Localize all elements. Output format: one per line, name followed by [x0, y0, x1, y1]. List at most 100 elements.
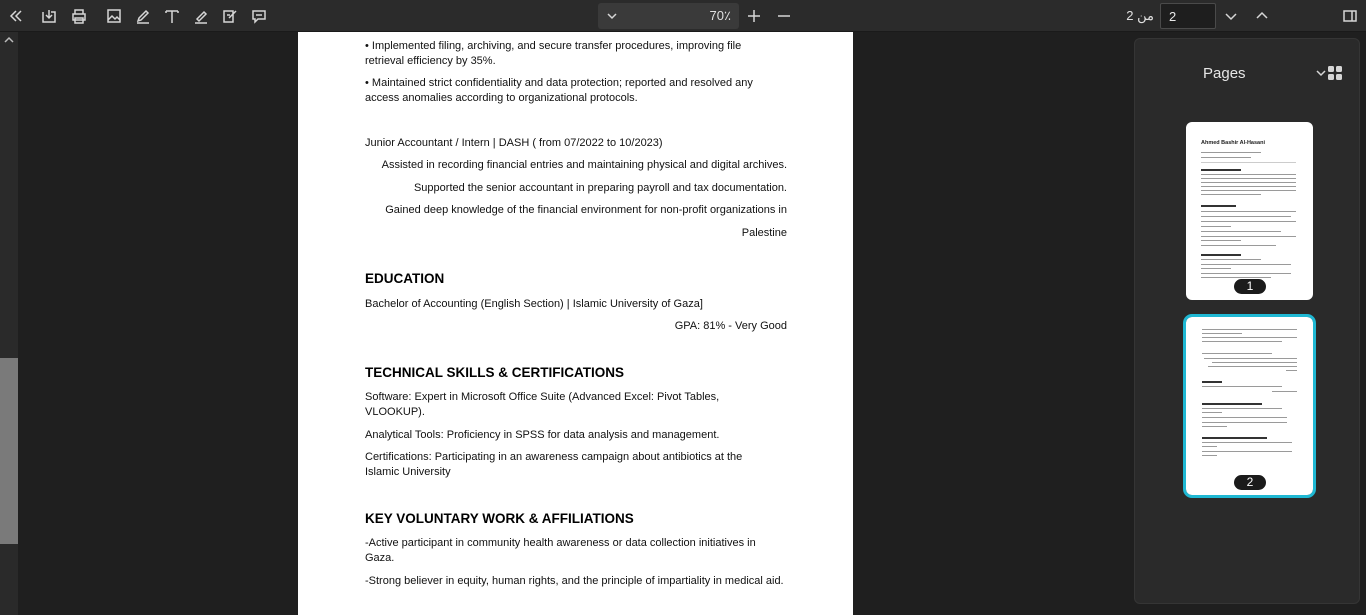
thumbnail-text-line [1201, 174, 1296, 175]
watermark-logo [598, 572, 768, 612]
thumbnail-text-line [1202, 353, 1272, 354]
thumbnail-text-line [1201, 273, 1291, 274]
text-icon[interactable] [159, 4, 185, 28]
draw-icon[interactable] [130, 4, 156, 28]
job-line-4: Palestine [741, 227, 787, 239]
thumbnail-text-line [1202, 333, 1242, 334]
pages-panel-title: Pages [1203, 65, 1246, 82]
thumbnail-text-line [1202, 329, 1297, 330]
thumbnail-text-line [1201, 186, 1296, 187]
thumbnail-text-line [1208, 366, 1297, 367]
chevron-down-icon[interactable] [1315, 67, 1327, 79]
thumbnail-text-line [1201, 231, 1281, 232]
sidebar-toggle-icon[interactable] [1337, 4, 1363, 28]
thumbnail-text-line [1286, 370, 1297, 371]
education-heading: EDUCATION [365, 271, 445, 286]
thumbnail-text-line [1201, 182, 1296, 183]
thumbnail-text-line [1201, 216, 1291, 217]
thumbnail-text-line [1204, 358, 1297, 359]
thumbnail-page-number: 1 [1234, 279, 1266, 294]
scroll-up-icon[interactable] [3, 34, 15, 46]
job-line-3: Gained deep knowledge of the financial e… [385, 204, 787, 216]
thumbnail-text-line [1201, 152, 1261, 153]
thumbnail-heading-line [1201, 205, 1236, 207]
skills-certifications: Certifications: Participating in an awar… [365, 451, 743, 478]
comment-icon[interactable] [246, 4, 272, 28]
skills-analytical: Analytical Tools: Proficiency in SPSS fo… [365, 429, 720, 441]
thumbnail-text-line [1202, 386, 1282, 387]
job-title: Junior Accountant / Intern | DASH ( from… [365, 137, 663, 149]
image-icon[interactable] [101, 4, 127, 28]
thumbnail-text-line [1201, 157, 1251, 158]
thumbnail-text-line [1201, 240, 1241, 241]
job-line-1: Assisted in recording financial entries … [381, 159, 787, 171]
thumbnail-text-line [1201, 190, 1296, 191]
sign-icon[interactable] [217, 4, 243, 28]
save-icon[interactable] [36, 4, 62, 28]
thumbnail-text-line [1202, 442, 1292, 443]
thumbnail-text-line [1201, 245, 1276, 246]
job-line-2: Supported the senior accountant in prepa… [413, 182, 787, 194]
previous-page-icon[interactable] [1249, 4, 1275, 28]
thumbnail-heading-line [1202, 381, 1222, 383]
thumbnail-text-line [1272, 391, 1297, 392]
thumbnail-text-line [1201, 268, 1231, 269]
thumbnail-text-line [1201, 178, 1296, 179]
thumbnail-page-number: 2 [1234, 475, 1266, 490]
bullet-confidentiality: • Maintained strict confidentiality and … [365, 77, 753, 104]
thumbnail-text-line [1202, 455, 1217, 456]
thumbnail-heading-line [1202, 403, 1262, 405]
thumbnail-heading-line [1201, 254, 1241, 256]
thumbnail-text-line [1201, 194, 1261, 195]
thumbnail-text-line [1202, 422, 1287, 423]
thumbnail-text-line [1202, 341, 1282, 342]
thumbnail-text-line [1202, 412, 1222, 413]
zoom-out-icon[interactable] [771, 4, 797, 28]
education-line: Bachelor of Accounting (English Section)… [365, 298, 703, 310]
thumbnail-divider [1201, 162, 1296, 163]
thumbnail-text-line [1201, 277, 1271, 278]
thumbnail-text-line [1202, 417, 1287, 418]
highlight-icon[interactable] [188, 4, 214, 28]
grid-view-icon[interactable] [1327, 65, 1343, 81]
scrollbar-thumb[interactable] [0, 358, 18, 544]
thumbnail-heading-line [1202, 437, 1267, 439]
document-viewport: • Implemented filing, archiving, and sec… [18, 32, 1134, 615]
thumbnail-text-line [1212, 362, 1297, 363]
page-count-label: من 2 [1126, 8, 1154, 23]
skills-software: Software: Expert in Microsoft Office Sui… [365, 391, 720, 418]
pages-panel: Pages Ahmed Bashir Al-Hasani 1 2 [1134, 38, 1360, 604]
collapse-sidebar-icon[interactable] [3, 4, 29, 28]
thumbnail-text-line [1201, 211, 1296, 212]
thumbnail-text-line [1201, 221, 1296, 222]
volunteer-line-1: -Active participant in community health … [365, 537, 756, 564]
thumbnail-text-line [1201, 226, 1231, 227]
gpa-line: GPA: 81% - Very Good [674, 320, 787, 332]
thumbnail-title: Ahmed Bashir Al-Hasani [1201, 140, 1265, 146]
page-thumbnail-1[interactable]: Ahmed Bashir Al-Hasani 1 [1186, 122, 1313, 300]
thumbnail-text-line [1201, 264, 1291, 265]
toolbar: 70٪ من 2 [0, 0, 1366, 32]
thumbnail-text-line [1202, 408, 1282, 409]
zoom-dropdown[interactable]: 70٪ [598, 3, 739, 29]
thumbnail-heading-line [1201, 169, 1241, 171]
chevron-down-icon [607, 13, 617, 20]
print-icon[interactable] [66, 4, 92, 28]
thumbnail-text-line [1201, 236, 1296, 237]
document-page: • Implemented filing, archiving, and sec… [298, 32, 853, 615]
skills-heading: TECHNICAL SKILLS & CERTIFICATIONS [365, 365, 624, 380]
thumbnail-text-line [1202, 337, 1297, 338]
right-edge [1360, 32, 1366, 615]
page-thumbnail-2[interactable]: 2 [1183, 314, 1316, 498]
thumbnail-text-line [1202, 446, 1217, 447]
page-number-input[interactable] [1160, 3, 1216, 29]
vertical-scrollbar[interactable] [0, 32, 18, 615]
thumbnail-text-line [1202, 451, 1292, 452]
thumbnail-text-line [1202, 426, 1227, 427]
zoom-in-icon[interactable] [741, 4, 767, 28]
thumbnail-text-line [1201, 259, 1261, 260]
next-page-icon[interactable] [1218, 4, 1244, 28]
volunteer-heading: KEY VOLUNTARY WORK & AFFILIATIONS [365, 511, 634, 526]
zoom-value: 70٪ [709, 8, 731, 23]
bullet-filing: • Implemented filing, archiving, and sec… [365, 40, 742, 67]
